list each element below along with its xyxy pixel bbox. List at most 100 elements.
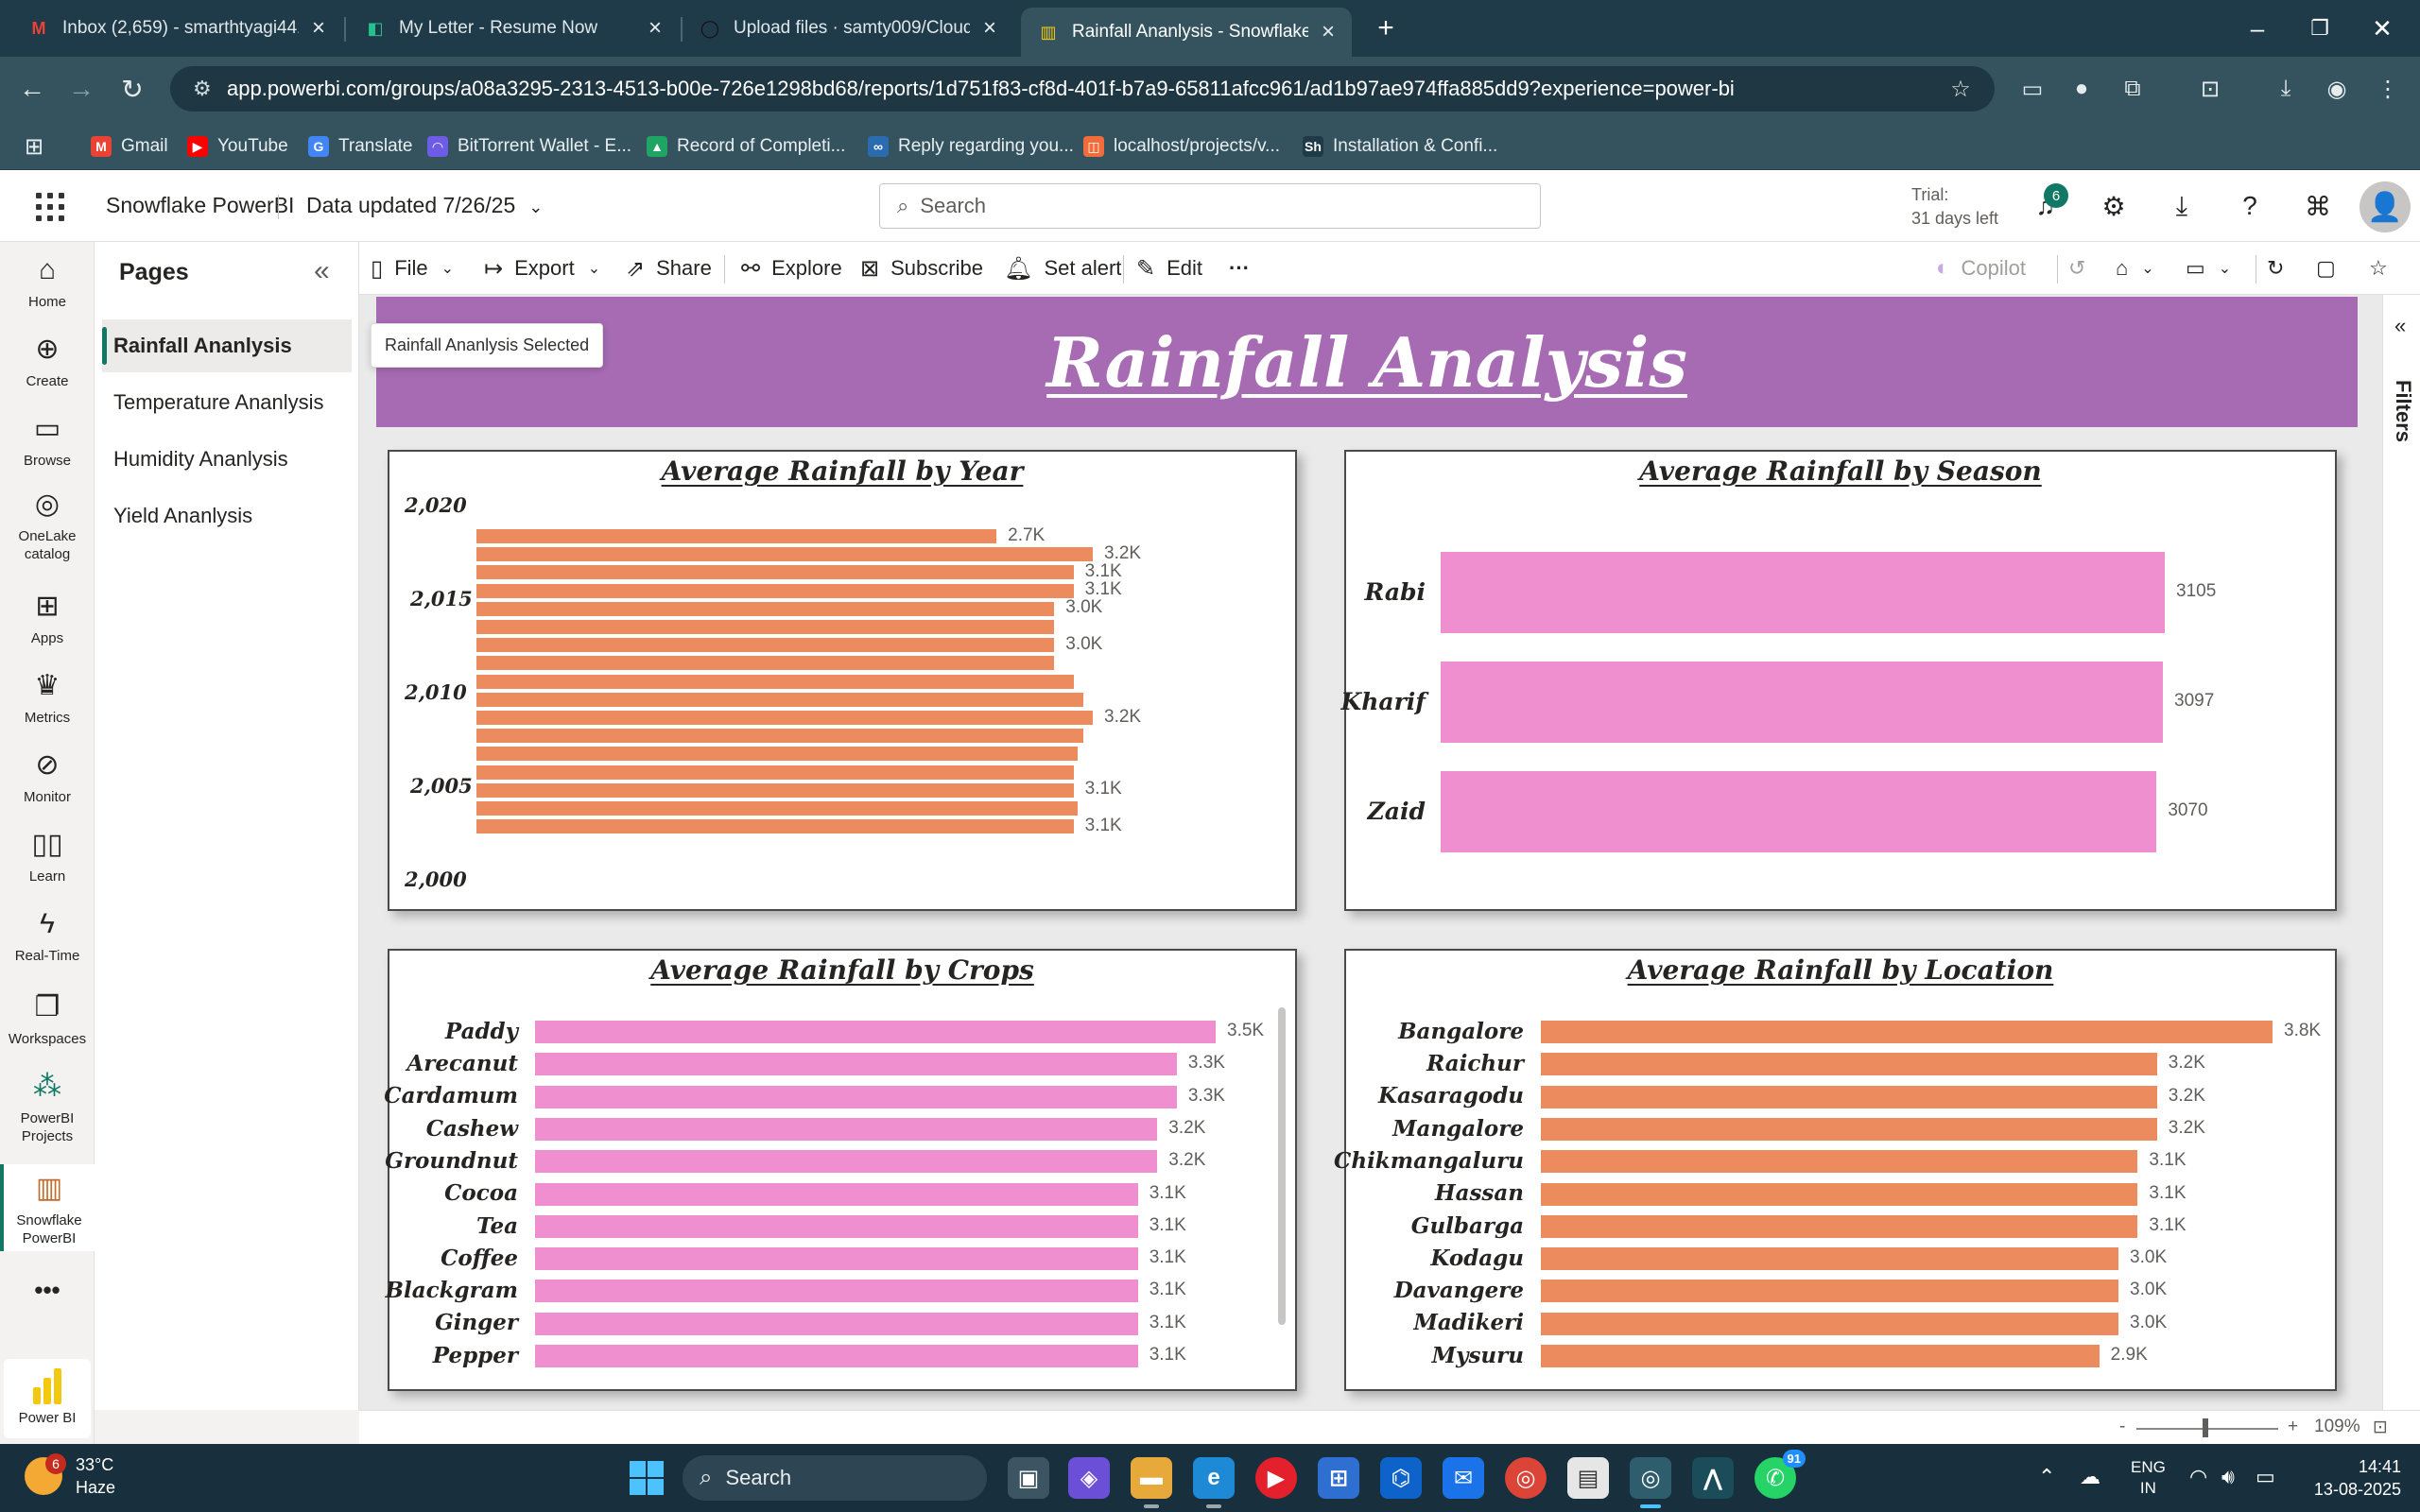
- search-input[interactable]: ⌕ Search: [879, 183, 1541, 229]
- chart-bar[interactable]: [535, 1280, 1138, 1303]
- bookmark-7[interactable]: ◫ localhost/projects/v...: [1083, 132, 1280, 161]
- app-launcher-icon[interactable]: [32, 189, 64, 221]
- chart-bar[interactable]: [1441, 662, 2164, 743]
- onedrive-icon[interactable]: ☁: [2080, 1465, 2100, 1489]
- clock[interactable]: 14:41 13-08-2025: [2297, 1455, 2401, 1501]
- comment-icon[interactable]: ▢: [2316, 253, 2336, 284]
- file-explorer-icon[interactable]: ▬: [1131, 1457, 1172, 1508]
- nav-item-projects[interactable]: ⁂ PowerBI Projects: [0, 1070, 95, 1145]
- chart-bar[interactable]: [476, 782, 1074, 798]
- expand-filters-icon[interactable]: «: [2394, 314, 2406, 338]
- whatsapp-icon[interactable]: ✆ 91: [1754, 1450, 1806, 1499]
- chart-bar[interactable]: [1541, 1182, 2138, 1206]
- chart-bar[interactable]: [1541, 1214, 2138, 1238]
- bookmark-5[interactable]: ▲ Record of Completi...: [647, 132, 845, 161]
- chart-bar[interactable]: [476, 601, 1055, 616]
- wifi-icon[interactable]: ◠: [2189, 1465, 2207, 1489]
- chart-rainfall-by-year[interactable]: Average Rainfall by Year 2,020 2,015 2,010…: [388, 450, 1297, 911]
- zoom-out-button[interactable]: -: [2119, 1417, 2125, 1437]
- chart-bar[interactable]: [476, 547, 1093, 562]
- media-player-icon[interactable]: ▶: [1255, 1457, 1297, 1499]
- chart-bar[interactable]: [476, 747, 1078, 762]
- avatar[interactable]: 👤: [2360, 181, 2411, 232]
- extension-icon[interactable]: ●: [2063, 70, 2100, 108]
- windows-start-icon[interactable]: [630, 1461, 664, 1495]
- profile-icon[interactable]: ◉: [2318, 70, 2356, 108]
- chart-bar[interactable]: [1541, 1021, 2273, 1043]
- export-menu[interactable]: ↦ Export ⌄: [484, 253, 600, 284]
- chart-bar[interactable]: [535, 1312, 1138, 1335]
- chart-bar[interactable]: [476, 565, 1074, 580]
- page-item-2[interactable]: Temperature Ananlysis: [102, 376, 352, 429]
- chart-bar[interactable]: [535, 1021, 1216, 1043]
- powerbi-logo[interactable]: Power BI: [4, 1359, 91, 1438]
- chart-bar[interactable]: [535, 1345, 1138, 1367]
- close-icon[interactable]: ×: [1322, 21, 1335, 43]
- mail-icon[interactable]: ✉: [1443, 1457, 1484, 1499]
- explore-button[interactable]: ⚯ Explore: [741, 253, 842, 284]
- bookmark-2[interactable]: ▶ YouTube: [187, 132, 288, 161]
- notepad-icon[interactable]: ▤: [1567, 1457, 1609, 1499]
- nav-item-create[interactable]: ⊕ Create: [0, 333, 95, 390]
- bookmark-star-icon[interactable]: ☆: [1942, 70, 1979, 108]
- task-view-icon[interactable]: ▣: [1008, 1457, 1049, 1499]
- bookmark-6[interactable]: ∞ Reply regarding you...: [868, 132, 1074, 161]
- chart-bar[interactable]: [1541, 1247, 2119, 1271]
- chart-bar[interactable]: [535, 1150, 1158, 1174]
- tray-expand-icon[interactable]: ⌃: [2038, 1465, 2055, 1489]
- chart-bar[interactable]: [535, 1247, 1138, 1271]
- chart-bar[interactable]: [476, 819, 1074, 834]
- chart-bar[interactable]: [476, 638, 1055, 653]
- chart-rainfall-by-season[interactable]: Average Rainfall by Season Rabi 3105 Khari…: [1340, 450, 2337, 911]
- site-info-icon[interactable]: ⚙: [193, 77, 227, 101]
- chart-bar[interactable]: [1541, 1312, 2119, 1335]
- chart-bar[interactable]: [1541, 1085, 2157, 1108]
- bookmark-1[interactable]: M Gmail: [91, 132, 168, 161]
- close-icon[interactable]: ×: [983, 17, 996, 40]
- nav-item-report[interactable]: ▥ Snowflake PowerBI: [0, 1164, 95, 1251]
- browser-tab-3[interactable]: ◯ Upload files · samty009/Cloud-D ×: [683, 8, 1013, 49]
- chart-bar[interactable]: [476, 620, 1055, 634]
- nav-item-monitor[interactable]: ⊘ Monitor: [0, 748, 95, 806]
- chart-rainfall-by-location[interactable]: Average Rainfall by Location Bangalore 3.…: [1334, 949, 2337, 1391]
- chart-bar[interactable]: [476, 692, 1083, 707]
- help-icon[interactable]: ?: [2231, 187, 2269, 225]
- chart-bar[interactable]: [535, 1117, 1158, 1141]
- refresh-icon[interactable]: ↻: [2267, 253, 2284, 284]
- chart-bar[interactable]: [1541, 1150, 2138, 1174]
- language-indicator[interactable]: ENG IN: [2131, 1457, 2166, 1499]
- chart-bar[interactable]: [476, 729, 1083, 744]
- chart-rainfall-by-crops[interactable]: Average Rainfall by Crops Paddy 3.5K Areca…: [384, 949, 1297, 1391]
- browser-tab-1[interactable]: M Inbox (2,659) - smarthtyagi441@ ×: [11, 8, 342, 49]
- taskbar-search[interactable]: ⌕ Search: [683, 1455, 987, 1501]
- browser-tab-2[interactable]: ◧ My Letter - Resume Now ×: [348, 8, 679, 49]
- reload-icon[interactable]: ↻: [113, 70, 151, 108]
- download-icon[interactable]: ⤓: [2267, 70, 2305, 108]
- chart-bar[interactable]: [1541, 1053, 2157, 1076]
- subscribe-button[interactable]: ⊠ Subscribe: [860, 253, 983, 284]
- chart-bar[interactable]: [476, 583, 1074, 598]
- nav-item-apps[interactable]: ⊞ Apps: [0, 590, 95, 647]
- chart-bar[interactable]: [476, 801, 1078, 816]
- address-bar[interactable]: ⚙ app.powerbi.com/groups/a08a3295-2313-4…: [170, 66, 1995, 112]
- more-nav-icon[interactable]: •••: [0, 1278, 95, 1302]
- copilot-button[interactable]: ◐ Copilot: [1936, 253, 2026, 284]
- chart-scrollbar[interactable]: [1278, 1007, 1286, 1325]
- bookmark-8[interactable]: Sh Installation & Confi...: [1303, 132, 1497, 161]
- edit-button[interactable]: ✎ Edit: [1136, 253, 1202, 284]
- more-options-button[interactable]: ···: [1229, 253, 1250, 284]
- menu-icon[interactable]: ⋮: [2369, 70, 2407, 108]
- close-window-icon[interactable]: ✕: [2354, 9, 2411, 47]
- bookmark-4[interactable]: ◠ BitTorrent Wallet - E...: [427, 132, 631, 161]
- nav-item-onelake[interactable]: ◎ OneLake catalog: [0, 488, 95, 563]
- apps-grid-icon[interactable]: ⊞: [25, 132, 43, 161]
- set-alert-button[interactable]: 🔔︎ Set alert: [1004, 253, 1121, 284]
- share-feedback-icon[interactable]: ⌘: [2299, 187, 2337, 225]
- edge-icon[interactable]: e: [1193, 1457, 1235, 1508]
- chart-bar[interactable]: [535, 1085, 1177, 1108]
- cast-icon[interactable]: ▭: [2014, 70, 2051, 108]
- gear-icon[interactable]: ⚙: [2095, 187, 2133, 225]
- filters-pane[interactable]: « Filters: [2382, 295, 2420, 1410]
- chart-bar[interactable]: [1441, 552, 2165, 633]
- close-icon[interactable]: ×: [312, 17, 325, 40]
